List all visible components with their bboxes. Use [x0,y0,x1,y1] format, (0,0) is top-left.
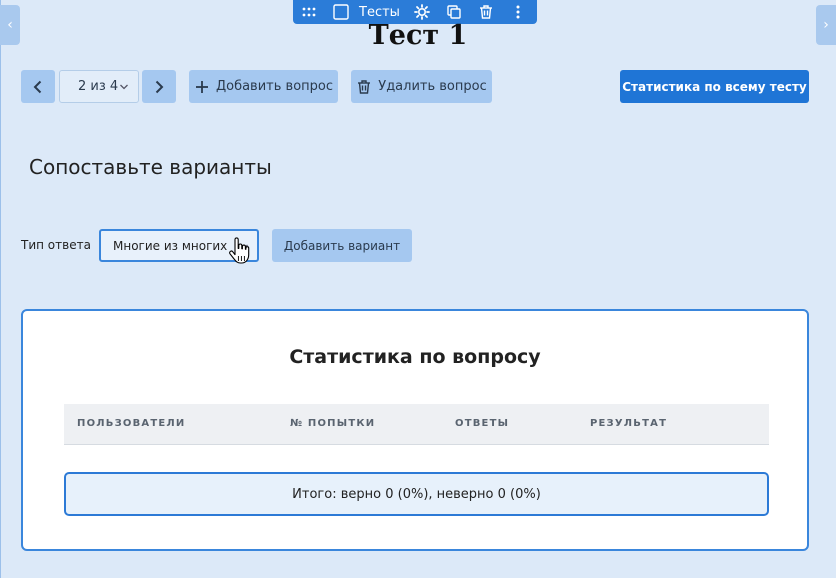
column-header-attempt: № ПОПЫТКИ [290,418,376,429]
test-statistics-button[interactable]: Статистика по всему тесту [620,70,809,103]
add-variant-button[interactable]: Добавить вариант [272,229,412,262]
delete-question-button[interactable]: Удалить вопрос [351,70,492,103]
plus-icon [195,80,208,93]
column-header-answers: ОТВЕТЫ [455,418,510,429]
previous-question-button[interactable] [21,70,55,103]
page-indicator: 2 из 4 [78,79,119,94]
answer-type-value: Многие из многих [113,238,228,253]
chevron-right-icon [155,80,164,93]
add-question-button[interactable]: Добавить вопрос [189,70,338,103]
delete-question-label: Удалить вопрос [378,79,487,94]
statistics-totals: Итого: верно 0 (0%), неверно 0 (0%) [64,472,769,516]
test-title: Тест 1 [368,20,468,51]
question-title: Сопоставьте варианты [29,155,272,179]
question-statistics-title: Статистика по вопросу [289,346,541,368]
trash-icon [358,79,371,94]
answer-type-label: Тип ответа [21,238,91,252]
widget-toolbar-label: Тесты [359,4,400,20]
statistics-table-header: ПОЛЬЗОВАТЕЛИ № ПОПЫТКИ ОТВЕТЫ РЕЗУЛЬТАТ [64,404,769,445]
question-statistics-card: Статистика по вопросу ПОЛЬЗОВАТЕЛИ № ПОП… [21,309,809,551]
chevron-down-icon [120,84,128,90]
question-page-select[interactable]: 2 из 4 [59,70,139,103]
next-question-button[interactable] [142,70,176,103]
column-header-users: ПОЛЬЗОВАТЕЛИ [77,418,186,429]
add-question-label: Добавить вопрос [215,79,334,94]
hand-pointer-cursor-icon [229,237,250,264]
chevron-left-icon [33,80,42,93]
column-header-result: РЕЗУЛЬТАТ [590,418,668,429]
